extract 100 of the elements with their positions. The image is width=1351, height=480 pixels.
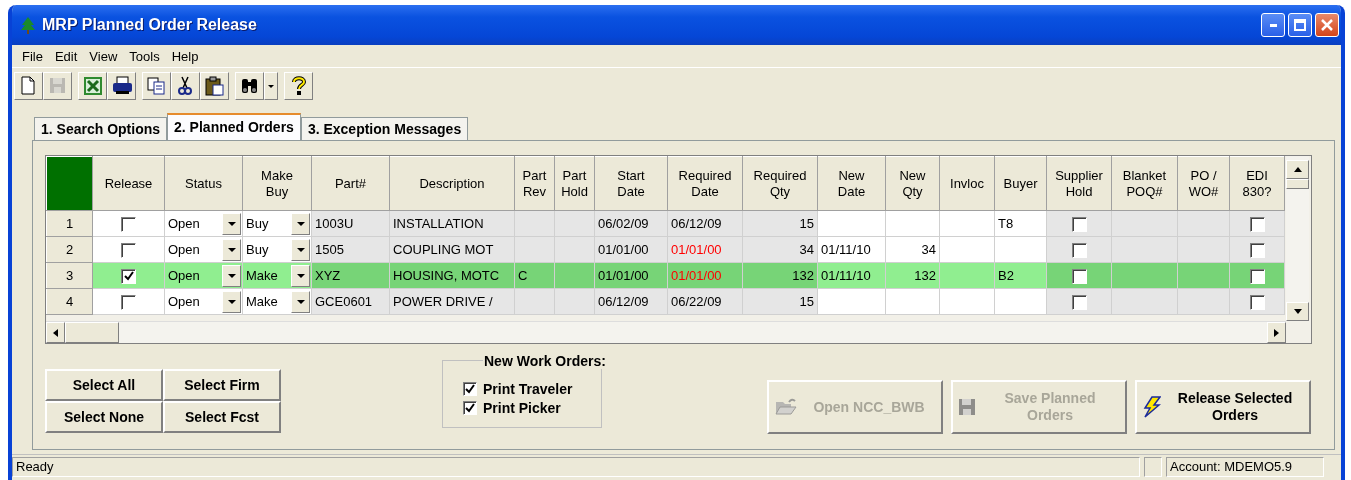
maximize-button[interactable] bbox=[1288, 13, 1312, 37]
caret-icon bbox=[227, 274, 236, 278]
scroll-thumb[interactable] bbox=[65, 322, 119, 343]
caret-icon bbox=[296, 300, 305, 304]
combo-field[interactable]: Make bbox=[242, 288, 312, 315]
scroll-left-button[interactable] bbox=[46, 322, 65, 343]
combo-field[interactable]: Open bbox=[164, 210, 243, 237]
dropdown-button[interactable] bbox=[291, 239, 310, 261]
checkbox[interactable] bbox=[463, 401, 477, 415]
menu-item[interactable]: File bbox=[16, 48, 49, 64]
checkbox[interactable] bbox=[1071, 242, 1087, 258]
combo-field[interactable]: Open bbox=[164, 262, 243, 289]
checkbox[interactable] bbox=[121, 268, 136, 284]
dropdown-button[interactable] bbox=[291, 213, 310, 235]
tab[interactable]: 1. Search Options bbox=[34, 117, 168, 140]
action-button[interactable]: Release Selected Orders bbox=[1135, 380, 1311, 434]
toolbar-button[interactable] bbox=[200, 72, 229, 100]
scroll-right-button[interactable] bbox=[1267, 322, 1286, 343]
checkbox[interactable] bbox=[1249, 268, 1265, 284]
checkbox[interactable] bbox=[463, 382, 477, 396]
column-header: Make Buy bbox=[242, 156, 312, 211]
checkbox[interactable] bbox=[1071, 268, 1087, 284]
menu-item[interactable]: View bbox=[83, 48, 124, 64]
checkbox[interactable] bbox=[1071, 216, 1087, 232]
folder-icon bbox=[775, 398, 797, 416]
minimize-button[interactable] bbox=[1261, 13, 1285, 37]
combo-field[interactable]: Buy bbox=[242, 210, 312, 237]
checkbox[interactable] bbox=[1249, 242, 1265, 258]
dropdown-button[interactable] bbox=[222, 265, 241, 287]
column-header: Required Date bbox=[667, 156, 743, 211]
table-cell: 34 bbox=[742, 236, 818, 263]
caret-icon bbox=[227, 300, 236, 304]
menu-item[interactable]: Help bbox=[165, 48, 205, 64]
vertical-scrollbar[interactable] bbox=[1286, 156, 1309, 321]
menu-item[interactable]: Edit bbox=[48, 48, 84, 64]
status-account: Account: MDEMO5.9 bbox=[1166, 457, 1324, 477]
column-header: Invloc bbox=[939, 156, 995, 211]
select-button[interactable]: Select All bbox=[45, 369, 163, 401]
column-header: Release bbox=[92, 156, 165, 211]
dropdown-button[interactable] bbox=[291, 291, 310, 313]
combo-field[interactable]: Open bbox=[164, 288, 243, 315]
clipboard-icon bbox=[204, 76, 225, 96]
table-cell bbox=[817, 288, 886, 315]
row-number: 4 bbox=[46, 288, 93, 315]
dropdown-button[interactable] bbox=[222, 239, 241, 261]
table-cell: GCE0601 bbox=[311, 288, 390, 315]
toolbar-button[interactable] bbox=[284, 72, 313, 100]
arrow-icon bbox=[1293, 167, 1302, 172]
checkbox-label: Print Traveler bbox=[483, 381, 573, 397]
maximize-icon bbox=[1294, 19, 1306, 31]
status-message: Ready bbox=[12, 457, 1140, 477]
dropdown-button[interactable] bbox=[222, 291, 241, 313]
checkbox-label: Print Picker bbox=[483, 400, 561, 416]
scroll-down-button[interactable] bbox=[1286, 302, 1309, 321]
combo-field[interactable]: Buy bbox=[242, 236, 312, 263]
table-cell: XYZ bbox=[311, 262, 390, 289]
table-cell: 1003U bbox=[311, 210, 390, 237]
row-number: 1 bbox=[46, 210, 93, 237]
table-cell: COUPLING MOT bbox=[389, 236, 515, 263]
table-cell: 01/01/00 bbox=[667, 236, 743, 263]
table-cell: 01/01/00 bbox=[594, 236, 668, 263]
toolbar-button[interactable] bbox=[107, 72, 136, 100]
toolbar-button[interactable] bbox=[78, 72, 107, 100]
printer-icon bbox=[111, 76, 132, 96]
close-button[interactable] bbox=[1315, 13, 1339, 37]
select-button[interactable]: Select Firm bbox=[163, 369, 281, 401]
window-title: MRP Planned Order Release bbox=[42, 16, 258, 34]
checkbox[interactable] bbox=[1249, 294, 1265, 310]
scroll-thumb[interactable] bbox=[1286, 179, 1309, 189]
arrow-icon bbox=[1274, 328, 1279, 337]
combo-field[interactable]: Make bbox=[242, 262, 312, 289]
column-header: Part Hold bbox=[554, 156, 595, 211]
dropdown-button[interactable] bbox=[222, 213, 241, 235]
table-cell: 15 bbox=[742, 210, 818, 237]
column-header: Part# bbox=[311, 156, 390, 211]
dropdown-button[interactable] bbox=[291, 265, 310, 287]
caret-icon bbox=[227, 222, 236, 226]
tab[interactable]: 3. Exception Messages bbox=[300, 117, 469, 140]
tab[interactable]: 2. Planned Orders bbox=[167, 113, 301, 140]
table-cell: 15 bbox=[742, 288, 818, 315]
select-button[interactable]: Select None bbox=[45, 401, 163, 433]
toolbar-button[interactable] bbox=[171, 72, 200, 100]
checkbox[interactable] bbox=[1071, 294, 1087, 310]
table-cell: 1505 bbox=[311, 236, 390, 263]
checkbox[interactable] bbox=[1249, 216, 1265, 232]
column-header: PO / WO# bbox=[1177, 156, 1230, 211]
table-cell: 01/01/00 bbox=[667, 262, 743, 289]
table-cell: 06/02/09 bbox=[594, 210, 668, 237]
toolbar-button[interactable] bbox=[235, 72, 264, 100]
scroll-up-button[interactable] bbox=[1286, 160, 1309, 179]
menu-item[interactable]: Tools bbox=[123, 48, 166, 64]
caret-icon bbox=[227, 248, 236, 252]
select-button[interactable]: Select Fcst bbox=[163, 401, 281, 433]
save-icon bbox=[959, 399, 975, 415]
table-cell: 01/11/10 bbox=[817, 236, 886, 263]
copy-icon bbox=[146, 76, 167, 96]
save-icon bbox=[47, 76, 68, 96]
binoculars-icon bbox=[239, 76, 260, 96]
horizontal-scrollbar[interactable] bbox=[46, 321, 1286, 343]
combo-field[interactable]: Open bbox=[164, 236, 243, 263]
